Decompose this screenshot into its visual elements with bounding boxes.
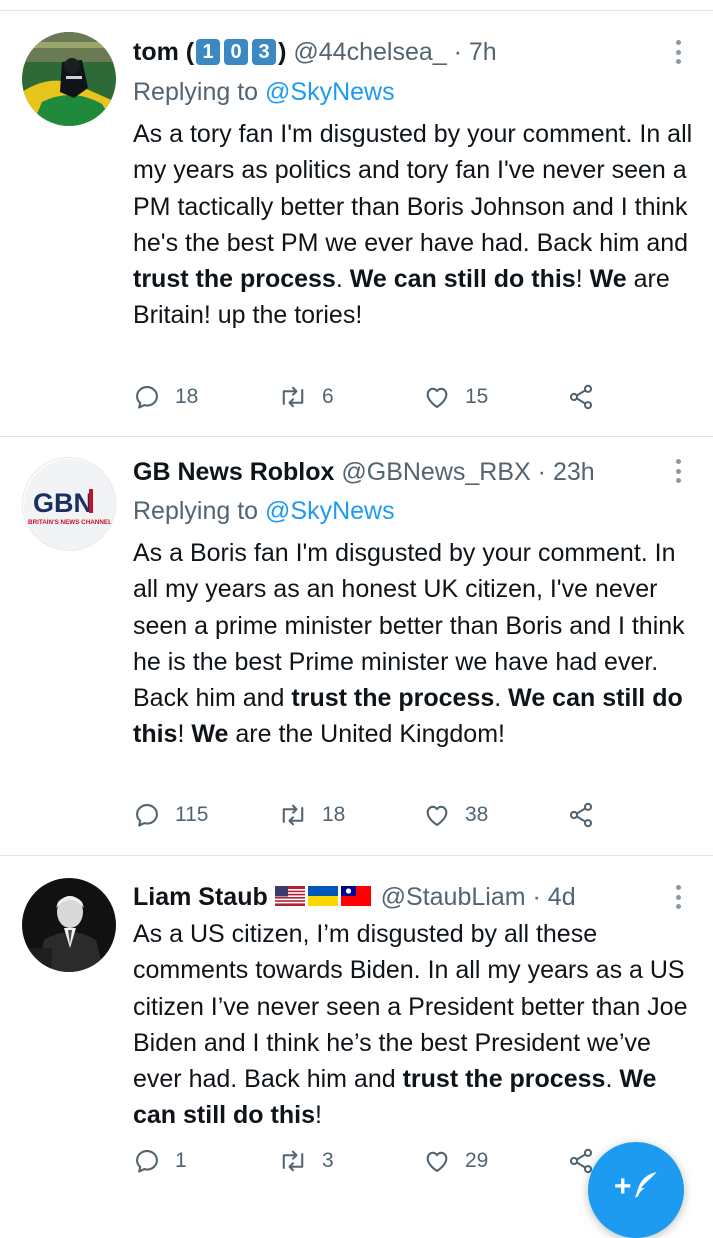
tweet-header: GB News Roblox @GBNews_RBX · 23h	[133, 454, 653, 490]
tweet-3[interactable]: Liam Staub @StaubLiam · 4d As a US citiz…	[0, 856, 713, 1200]
retweet-button[interactable]: 18	[278, 801, 345, 829]
share-icon	[569, 384, 593, 410]
heart-icon	[426, 805, 448, 826]
retweet-count: 6	[322, 385, 334, 408]
user-handle[interactable]: @StaubLiam	[381, 883, 526, 911]
bold-text: trust the process	[133, 265, 336, 294]
mention-link[interactable]: @SkyNews	[265, 497, 395, 525]
ukraine-flag-icon	[307, 886, 338, 906]
reply-button[interactable]: 115	[133, 801, 208, 829]
avatar-liam-staub[interactable]	[22, 878, 116, 972]
bold-text: trust the process	[402, 1065, 606, 1094]
tweet-actions: 18 6 15	[133, 383, 613, 423]
reply-icon	[136, 386, 158, 409]
avatar-tom[interactable]	[22, 32, 116, 126]
display-name[interactable]: Liam Staub	[133, 883, 268, 911]
separator-dot: ·	[453, 38, 462, 66]
like-button[interactable]: 38	[423, 801, 488, 829]
retweet-icon	[282, 804, 304, 826]
keycap-3: 3	[252, 39, 277, 65]
retweet-icon	[282, 386, 304, 408]
timestamp[interactable]: 23h	[553, 458, 595, 486]
share-button[interactable]	[567, 801, 595, 829]
more-options-icon[interactable]	[673, 459, 683, 483]
tweet-text: As a Boris fan I'm disgusted by your com…	[133, 539, 685, 749]
timestamp[interactable]: 7h	[469, 38, 497, 66]
reply-button[interactable]: 1	[133, 1147, 187, 1175]
timestamp[interactable]: 4d	[548, 883, 576, 911]
like-button[interactable]: 15	[423, 383, 488, 411]
tweet-1[interactable]: tom (1 0 3) @44chelsea_ · 7h Replying to @…	[0, 0, 713, 437]
like-button[interactable]: 29	[423, 1147, 488, 1175]
tweet-text: As a US citizen, I’m disgusted by all th…	[133, 920, 688, 1130]
retweet-count: 18	[322, 803, 346, 826]
heart-icon	[426, 1151, 448, 1172]
gbn-tagline: BRITAIN'S NEWS CHANNEL	[28, 519, 112, 526]
share-button[interactable]	[567, 383, 595, 411]
tweet-header: tom (1 0 3) @44chelsea_ · 7h	[133, 34, 653, 70]
heart-icon	[426, 387, 448, 408]
keycap-1: 1	[196, 39, 221, 65]
tweet-text: As a tory fan I'm disgusted by your comm…	[133, 120, 693, 330]
taiwan-flag-icon	[340, 886, 371, 906]
bold-text: We can still do this	[349, 265, 576, 294]
mention-link[interactable]: @SkyNews	[265, 78, 395, 106]
bold-text: We	[589, 265, 627, 294]
compose-tweet-icon	[635, 1172, 657, 1198]
share-icon	[569, 802, 593, 828]
retweet-button[interactable]: 3	[278, 1147, 334, 1175]
us-flag-icon	[274, 886, 305, 906]
more-options-icon[interactable]	[673, 885, 683, 909]
like-count: 15	[465, 385, 489, 408]
user-handle[interactable]: @GBNews_RBX	[341, 458, 530, 486]
tweet-actions: 1 3 29	[133, 1147, 613, 1187]
retweet-icon	[282, 1150, 304, 1172]
replying-to: Replying to @SkyNews	[133, 497, 395, 525]
separator-dot: ·	[537, 458, 546, 486]
replying-to: Replying to @SkyNews	[133, 78, 395, 106]
reply-count: 115	[175, 803, 209, 826]
retweet-count: 3	[322, 1149, 334, 1172]
reply-count: 1	[175, 1149, 187, 1172]
reply-count: 18	[175, 385, 199, 408]
retweet-button[interactable]: 6	[278, 383, 334, 411]
tweet-actions: 115 18 38	[133, 801, 613, 841]
display-name[interactable]: tom (1 0 3)	[133, 38, 286, 66]
bold-text: trust the process	[291, 684, 495, 713]
like-count: 38	[465, 803, 489, 826]
reply-icon	[136, 1150, 158, 1173]
compose-tweet-button[interactable]: +	[588, 1142, 684, 1238]
reply-button[interactable]: 18	[133, 383, 198, 411]
reply-icon	[136, 804, 158, 827]
tweet-2[interactable]: GBN BRITAIN'S NEWS CHANNEL GB News Roblo…	[0, 437, 713, 856]
like-count: 29	[465, 1149, 489, 1172]
separator-dot: ·	[532, 883, 541, 911]
more-options-icon[interactable]	[673, 40, 683, 64]
keycap-0: 0	[224, 39, 249, 65]
display-name[interactable]: GB News Roblox	[133, 458, 334, 486]
tweet-header: Liam Staub @StaubLiam · 4d	[133, 879, 653, 915]
user-handle[interactable]: @44chelsea_	[293, 38, 446, 66]
bold-text: We	[191, 720, 229, 749]
avatar-gb-news[interactable]: GBN BRITAIN'S NEWS CHANNEL	[22, 457, 116, 551]
svg-text:GBN: GBN	[33, 488, 93, 518]
gbn-logo: GBN	[33, 488, 93, 518]
